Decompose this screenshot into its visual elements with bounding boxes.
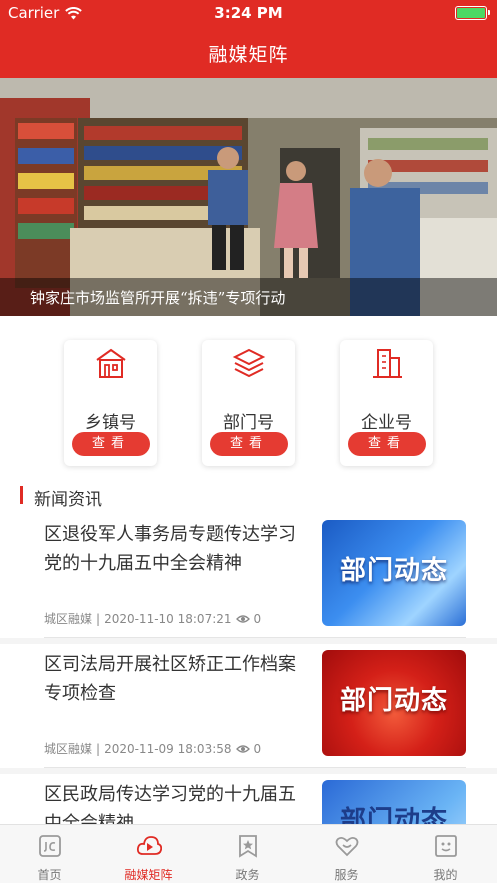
tab-label: 首页: [37, 868, 62, 882]
eye-icon: [235, 744, 250, 753]
township-building-icon: [96, 348, 126, 378]
news-title: 区司法局开展社区矫正工作档案专项检查: [44, 654, 296, 704]
channel-cards: 乡镇号 查看 部门号 查看 企业号 查看: [0, 316, 497, 486]
news-item[interactable]: 区司法局开展社区矫正工作档案专项检查 城区融媒 | 2020-11-09 18:…: [0, 644, 497, 768]
meta-separator: |: [96, 741, 101, 756]
news-meta: 城区融媒 | 2020-11-09 18:03:58 0: [44, 740, 261, 757]
card-label: 企业号: [361, 413, 412, 433]
bottom-tab-bar: 首页 融媒矩阵 政务 服务 我的: [0, 824, 497, 883]
tab-services[interactable]: 服务: [297, 825, 396, 883]
thumbnail-text: 部门动态: [339, 556, 448, 586]
card-enterprise[interactable]: 企业号 查看: [340, 340, 433, 466]
news-item[interactable]: 区民政局传达学习党的十九届五中全会精神 部门动态: [0, 774, 497, 824]
card-label: 乡镇号: [85, 413, 136, 433]
tab-profile[interactable]: 我的: [396, 825, 495, 883]
news-datetime: 2020-11-09 18:03:58: [104, 741, 232, 756]
news-thumbnail: 部门动态: [322, 780, 466, 824]
tab-government[interactable]: 政务: [198, 825, 297, 883]
news-meta: 城区融媒 | 2020-11-10 18:07:21 0: [44, 610, 261, 627]
news-title: 区退役军人事务局专题传达学习党的十九届五中全会精神: [44, 524, 296, 574]
heart-icon: [335, 836, 359, 857]
cloud-play-icon: [136, 836, 162, 855]
tab-label: 融媒矩阵: [124, 868, 173, 882]
thumbnail-text: 部门动态: [339, 806, 448, 824]
card-township[interactable]: 乡镇号 查看: [64, 340, 157, 466]
news-title: 区民政局传达学习党的十九届五中全会精神: [44, 784, 296, 824]
meta-separator: |: [96, 611, 101, 626]
banner-carousel[interactable]: 钟家庄市场监管所开展“拆违”专项行动: [0, 78, 497, 316]
thumbnail-text: 部门动态: [339, 686, 448, 716]
news-source: 城区融媒: [44, 742, 93, 756]
tab-label: 我的: [433, 868, 458, 882]
news-views: 0: [253, 741, 262, 756]
card-label: 部门号: [223, 413, 274, 433]
page-title: 融媒矩阵: [208, 44, 289, 66]
office-buildings-icon: [373, 349, 402, 378]
news-item[interactable]: 区退役军人事务局专题传达学习党的十九届五中全会精神 城区融媒 | 2020-11…: [0, 514, 497, 638]
view-township-button[interactable]: 查看: [72, 432, 150, 456]
star-bookmark-icon: [239, 835, 257, 858]
section-accent-bar: [20, 486, 23, 504]
divider: [44, 637, 466, 638]
layers-icon: [232, 348, 266, 378]
battery-icon: [455, 6, 490, 20]
news-source: 城区融媒: [44, 612, 93, 626]
news-datetime: 2020-11-10 18:07:21: [104, 611, 232, 626]
profile-icon: [435, 835, 457, 857]
view-department-button[interactable]: 查看: [210, 432, 288, 456]
status-bar: Carrier 3:24 PM: [0, 0, 497, 26]
tab-label: 服务: [334, 868, 359, 882]
news-views: 0: [253, 611, 262, 626]
eye-icon: [235, 614, 250, 623]
tab-home[interactable]: 首页: [0, 825, 99, 883]
news-section-title: 新闻资讯: [34, 490, 102, 510]
view-enterprise-button[interactable]: 查看: [348, 432, 426, 456]
tab-label: 政务: [235, 868, 260, 882]
news-thumbnail: 部门动态: [322, 650, 466, 756]
news-list[interactable]: 区退役军人事务局专题传达学习党的十九届五中全会精神 城区融媒 | 2020-11…: [0, 514, 497, 824]
tab-media-matrix[interactable]: 融媒矩阵: [99, 825, 198, 883]
card-department[interactable]: 部门号 查看: [202, 340, 295, 466]
status-time: 3:24 PM: [214, 4, 283, 22]
home-icon: [39, 835, 61, 857]
divider: [44, 767, 466, 768]
banner-caption: 钟家庄市场监管所开展“拆违”专项行动: [0, 278, 497, 316]
app-header: Carrier 3:24 PM 融媒矩阵: [0, 0, 497, 78]
news-thumbnail: 部门动态: [322, 520, 466, 626]
news-section-header: 新闻资讯: [0, 486, 497, 514]
